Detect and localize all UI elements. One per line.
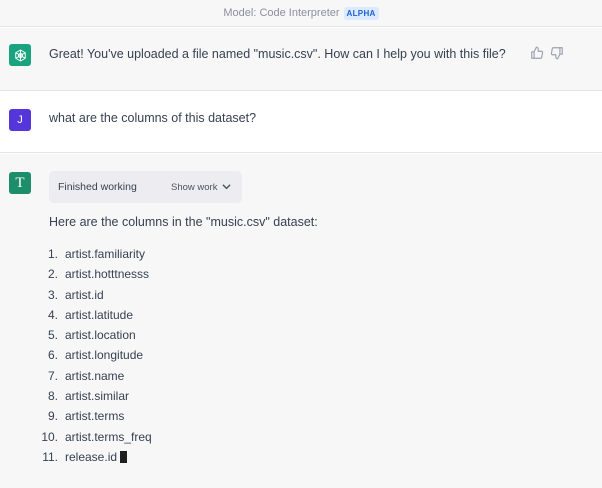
user-question: what are the columns of this dataset? (49, 111, 257, 125)
list-item-number: 4. (47, 307, 58, 322)
work-status-panel[interactable]: Finished working Show work (49, 171, 242, 203)
list-item-number: 6. (47, 348, 58, 363)
list-item-label: artist.id (65, 287, 104, 302)
list-item-label: artist.familiarity (65, 247, 146, 261)
assistant-message-row: Great! You've uploaded a file named "mus… (0, 28, 602, 91)
openai-logo-icon (9, 44, 31, 66)
list-item-number: 5. (47, 328, 58, 343)
list-item-number: 9. (47, 409, 58, 424)
list-item-label: artist.terms_freq (65, 429, 152, 444)
user-message-row: J what are the columns of this dataset? (0, 92, 602, 153)
work-status-label: Finished working (58, 181, 137, 193)
user-avatar: J (9, 109, 31, 131)
list-item-number: 7. (47, 368, 58, 383)
list-item-number: 1. (47, 247, 58, 261)
answer-intro: Here are the columns in the "music.csv" … (49, 215, 318, 229)
show-work-button[interactable]: Show work (171, 182, 217, 193)
list-item-number: 10. (41, 429, 58, 444)
list-item-number: 8. (47, 389, 58, 404)
list-item-number: 3. (47, 287, 58, 302)
plugin-avatar: T (9, 172, 31, 194)
list-item-label: artist.longitude (65, 348, 144, 363)
list-item-label: artist.similar (65, 389, 130, 404)
model-label: Model: Code Interpreter (223, 7, 340, 19)
list-item-label: artist.hotttnesss (65, 267, 150, 282)
thumbs-up-icon[interactable] (530, 46, 544, 60)
alpha-badge: ALPHA (343, 6, 379, 20)
list-item-label: artist.name (65, 368, 125, 383)
thumbs-down-icon[interactable] (550, 46, 564, 60)
list-item-text: release.id (65, 449, 118, 464)
list-item-number: 11. (42, 449, 58, 464)
assistant-greeting: Great! You've uploaded a file named "mus… (49, 47, 506, 61)
list-item-label: artist.location (65, 328, 136, 343)
list-item-label: artist.latitude (65, 307, 134, 322)
typing-cursor (120, 450, 128, 463)
list-item-label: artist.terms (65, 409, 125, 424)
chevron-down-icon[interactable] (222, 183, 231, 191)
assistant-answer-row: T Finished working Show work Here are th… (0, 154, 602, 488)
list-item-label: release.id (65, 449, 128, 464)
list-item-number: 2. (47, 267, 58, 282)
model-header: Model: Code Interpreter ALPHA (0, 0, 602, 27)
